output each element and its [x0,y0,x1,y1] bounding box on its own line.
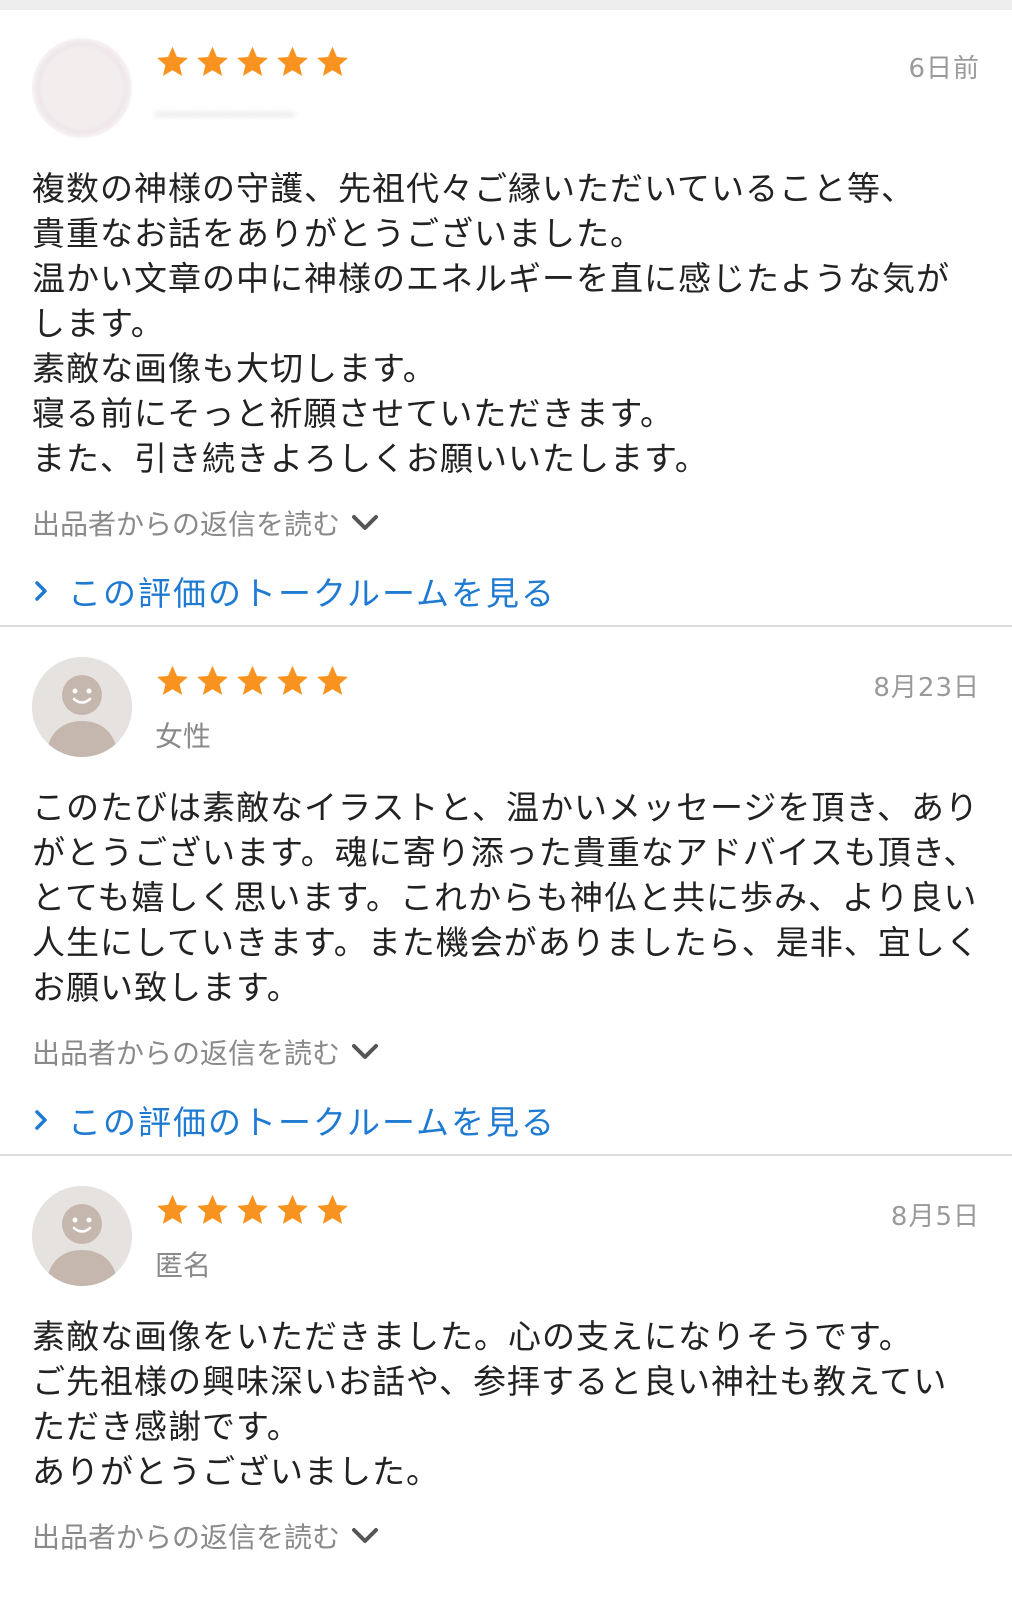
review-header: ――――― 6日前 [32,38,980,138]
read-reply-label: 出品者からの返信を読む [32,1521,341,1554]
star-icon [237,46,268,76]
star-icon [237,665,268,695]
review-date: 6日前 [908,54,980,84]
view-talkroom-label: この評価のトークルームを見る [68,574,557,613]
chevron-down-icon [352,1528,379,1543]
star-icon [197,46,228,76]
avatar[interactable] [32,657,132,757]
view-talkroom-link[interactable]: この評価のトークルームを見る [32,1096,980,1144]
review-item: 女性 8月23日 このたびは素敵なイラストと、温かいメッセージを頂き、ありがとう… [0,627,1012,1154]
review-header: 女性 8月23日 [32,657,980,757]
review-item: ――――― 6日前 複数の神様の守護、先祖代々ご縁いただいていること等、 貴重な… [0,10,1012,625]
star-icon [197,1194,228,1224]
view-talkroom-link[interactable]: この評価のトークルームを見る [32,567,980,615]
star-icon [317,1194,348,1224]
read-reply-button[interactable]: 出品者からの返信を読む [32,1516,980,1556]
view-talkroom-label: この評価のトークルームを見る [68,1103,557,1142]
avatar[interactable] [32,1186,132,1286]
review-item: 匿名 8月5日 素敵な画像をいただきました。心の支えになりそうです。 ご先祖様の… [0,1156,1012,1574]
chevron-down-icon [352,1044,379,1059]
chevron-right-icon [35,581,47,601]
avatar[interactable] [32,38,132,138]
star-icon [277,46,308,76]
star-icon [277,1194,308,1224]
reviewer-name[interactable]: ――――― [155,96,295,129]
review-header: 匿名 8月5日 [32,1186,980,1286]
rating-stars [154,44,351,84]
star-icon [157,46,188,76]
default-avatar-icon [32,1186,132,1286]
review-date: 8月23日 [873,673,980,703]
review-date: 8月5日 [890,1202,980,1232]
star-icon [157,1194,188,1224]
read-reply-button[interactable]: 出品者からの返信を読む [32,503,980,543]
read-reply-button[interactable]: 出品者からの返信を読む [32,1032,980,1072]
top-bar [0,0,1012,10]
rating-stars [154,1192,351,1232]
reviewer-name[interactable]: 女性 [155,715,211,755]
star-icon [317,665,348,695]
review-text: このたびは素敵なイラストと、温かいメッセージを頂き、ありがとうございます。魂に寄… [32,788,980,1007]
star-icon [197,665,228,695]
chevron-right-icon [35,1110,47,1130]
read-reply-label: 出品者からの返信を読む [32,508,341,541]
read-reply-label: 出品者からの返信を読む [32,1037,341,1070]
review-text: 素敵な画像をいただきました。心の支えになりそうです。 ご先祖様の興味深いお話や、… [32,1317,948,1491]
reviewer-name[interactable]: 匿名 [155,1244,211,1284]
star-icon [277,665,308,695]
star-icon [237,1194,268,1224]
rating-stars [154,663,351,703]
chevron-down-icon [352,515,379,530]
default-avatar-icon [32,657,132,757]
star-icon [157,665,188,695]
review-text: 複数の神様の守護、先祖代々ご縁いただいていること等、 貴重なお話をありがとうござ… [32,169,950,478]
star-icon [317,46,348,76]
